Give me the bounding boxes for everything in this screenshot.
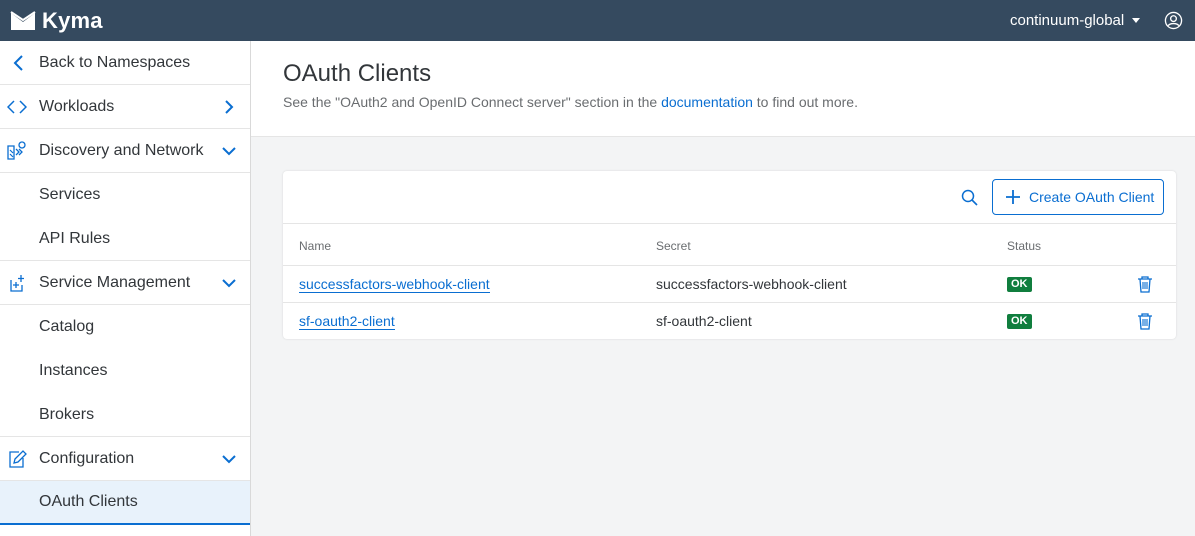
client-name-link[interactable]: sf-oauth2-client bbox=[299, 313, 395, 330]
page-description: See the "OAuth2 and OpenID Connect serve… bbox=[283, 94, 858, 110]
table-row: successfactors-webhook-client successfac… bbox=[283, 266, 1176, 303]
status-badge: OK bbox=[1007, 277, 1032, 292]
column-header-secret: Secret bbox=[656, 239, 691, 253]
sidebar-item-label: Instances bbox=[39, 362, 108, 379]
sidebar-item-label: OAuth Clients bbox=[39, 493, 138, 510]
namespace-label: continuum-global bbox=[1010, 12, 1125, 29]
sidebar: Back to Namespaces Workloads Discovery a… bbox=[0, 41, 251, 536]
sidebar-item-label: Discovery and Network bbox=[39, 141, 204, 159]
column-header-name: Name bbox=[299, 239, 332, 253]
delete-icon[interactable] bbox=[1136, 312, 1154, 330]
table-row: sf-oauth2-client sf-oauth2-client OK bbox=[283, 303, 1176, 340]
client-secret: sf-oauth2-client bbox=[656, 313, 752, 329]
sidebar-item-label: Configuration bbox=[39, 449, 135, 467]
app-name: Kyma bbox=[42, 7, 103, 33]
oauth-clients-panel: Create OAuth Client Name Secret Status s… bbox=[283, 171, 1176, 339]
sidebar-item-services[interactable]: Services bbox=[0, 173, 250, 217]
sidebar-item-service-management[interactable]: Service Management bbox=[0, 261, 250, 305]
sidebar-item-brokers[interactable]: Brokers bbox=[0, 393, 250, 437]
client-secret: successfactors-webhook-client bbox=[656, 276, 847, 292]
logo[interactable]: Kyma bbox=[10, 8, 103, 34]
back-label: Back to Namespaces bbox=[39, 53, 191, 71]
edit-icon bbox=[9, 450, 27, 468]
delete-icon[interactable] bbox=[1136, 275, 1154, 293]
shell-bar: Kyma continuum-global bbox=[0, 0, 1195, 41]
sidebar-item-label: Workloads bbox=[39, 97, 115, 115]
table-header: Name Secret Status bbox=[283, 224, 1176, 266]
code-icon bbox=[7, 100, 27, 114]
caret-down-icon bbox=[1132, 18, 1141, 23]
client-name-link[interactable]: successfactors-webhook-client bbox=[299, 276, 490, 293]
chevron-right-icon bbox=[225, 100, 234, 114]
service-icon bbox=[10, 275, 24, 292]
create-button-label: Create OAuth Client bbox=[1029, 189, 1155, 205]
status-badge: OK bbox=[1007, 314, 1032, 329]
documentation-link[interactable]: documentation bbox=[661, 94, 753, 110]
sidebar-item-api-rules[interactable]: API Rules bbox=[0, 217, 250, 261]
sidebar-item-oauth-clients[interactable]: OAuth Clients bbox=[0, 481, 250, 525]
create-oauth-client-button[interactable]: Create OAuth Client bbox=[992, 179, 1164, 215]
sidebar-item-catalog[interactable]: Catalog bbox=[0, 305, 250, 349]
sidebar-item-workloads[interactable]: Workloads bbox=[0, 85, 250, 129]
sidebar-item-label: API Rules bbox=[39, 229, 111, 247]
description-text: See the "OAuth2 and OpenID Connect serve… bbox=[283, 94, 658, 110]
sidebar-item-instances[interactable]: Instances bbox=[0, 349, 250, 393]
chevron-left-icon bbox=[13, 55, 23, 71]
chevron-down-icon bbox=[222, 279, 236, 288]
chevron-down-icon bbox=[222, 455, 236, 464]
back-to-namespaces[interactable]: Back to Namespaces bbox=[0, 41, 250, 85]
sidebar-item-label: Catalog bbox=[39, 318, 95, 335]
plus-icon bbox=[1006, 190, 1020, 204]
network-icon bbox=[7, 141, 26, 160]
chevron-down-icon bbox=[222, 147, 236, 156]
column-header-status: Status bbox=[1007, 239, 1042, 253]
sidebar-item-label: Brokers bbox=[39, 405, 95, 423]
page-title: OAuth Clients bbox=[283, 60, 432, 87]
namespace-select[interactable]: continuum-global bbox=[1010, 0, 1141, 41]
sidebar-item-label: Service Management bbox=[39, 273, 191, 291]
description-text-end: to find out more. bbox=[756, 94, 858, 110]
page-header: OAuth Clients See the "OAuth2 and OpenID… bbox=[251, 41, 1195, 137]
search-icon[interactable] bbox=[960, 188, 980, 208]
sidebar-item-discovery-and-network[interactable]: Discovery and Network bbox=[0, 129, 250, 173]
sidebar-item-label: Services bbox=[39, 186, 101, 203]
user-account-icon[interactable] bbox=[1164, 11, 1183, 30]
panel-toolbar: Create OAuth Client bbox=[283, 171, 1176, 224]
kyma-logo-icon bbox=[10, 10, 36, 30]
sidebar-item-configuration[interactable]: Configuration bbox=[0, 437, 250, 481]
